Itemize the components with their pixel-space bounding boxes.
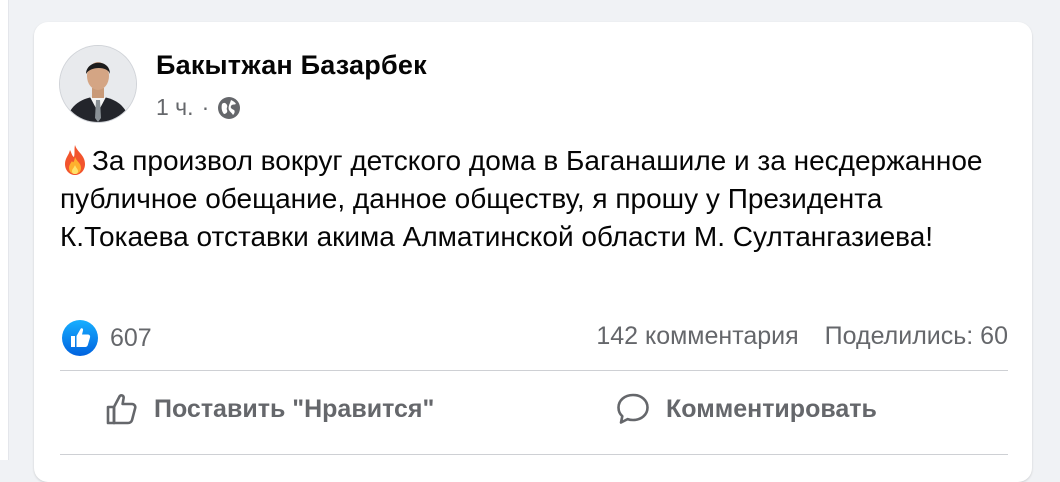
profile-photo <box>60 46 136 122</box>
left-panel-edge <box>0 0 9 460</box>
avatar[interactable] <box>60 46 136 122</box>
reactions-summary[interactable]: 607 <box>62 320 152 356</box>
comment-button[interactable]: Комментировать <box>614 390 877 428</box>
post-card: Бакытжан Базарбек 1 ч. · За произвол вок… <box>34 22 1032 482</box>
engagement-counts: 142 комментария Поделились: 60 <box>596 322 1008 351</box>
globe-icon <box>218 96 241 119</box>
comment-button-label: Комментировать <box>666 394 877 423</box>
post-text: За произвол вокруг детского дома в Баган… <box>60 145 983 252</box>
like-button-label: Поставить "Нравится" <box>154 394 435 423</box>
meta-separator: · <box>201 94 210 120</box>
like-badge-icon <box>62 320 98 356</box>
shares-count[interactable]: Поделились: 60 <box>825 322 1008 351</box>
author-name[interactable]: Бакытжан Базарбек <box>156 50 427 81</box>
likes-count: 607 <box>110 323 152 352</box>
post-body: За произвол вокруг детского дома в Баган… <box>60 142 1010 256</box>
comments-count[interactable]: 142 комментария <box>596 322 798 351</box>
divider <box>60 370 1008 371</box>
post-time[interactable]: 1 ч. <box>156 94 194 121</box>
fire-icon <box>65 145 85 175</box>
bottom-divider <box>60 454 1008 455</box>
comment-icon <box>617 393 649 424</box>
thumbs-up-icon <box>106 394 137 425</box>
post-meta: 1 ч. · <box>156 94 241 121</box>
like-button[interactable]: Поставить "Нравится" <box>102 390 434 428</box>
